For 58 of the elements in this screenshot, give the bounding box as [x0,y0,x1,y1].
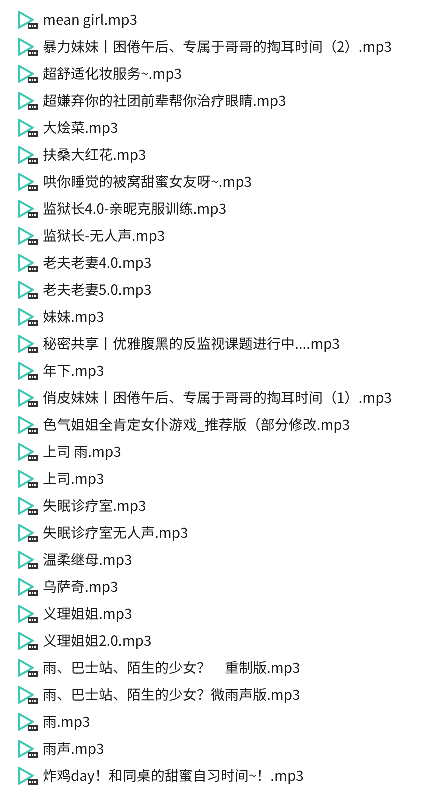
audio-file-icon [17,522,39,542]
file-name[interactable]: 雨声.mp3 [43,738,104,758]
audio-file-icon [17,144,39,164]
file-name[interactable]: 义理姐姐2.0.mp3 [43,630,152,650]
file-name[interactable]: 俏皮妹妹丨困倦午后、专属于哥哥的掏耳时间（1）.mp3 [43,388,392,408]
audio-file-icon [17,414,39,434]
audio-file-icon [17,90,39,110]
file-name[interactable]: 失眠诊疗室无人声.mp3 [43,522,188,542]
file-name[interactable]: 大烩菜.mp3 [43,118,118,138]
audio-file-icon [17,658,39,678]
audio-file-icon [17,684,39,704]
file-name[interactable]: 老夫老妻5.0.mp3 [43,280,152,300]
file-name[interactable]: 雨、巴士站、陌生的少女？微雨声版.mp3 [43,684,300,704]
file-name[interactable]: 哄你睡觉的被窝甜蜜女友呀~.mp3 [43,172,252,192]
file-name[interactable]: 暴力妹妹丨困倦午后、专属于哥哥的掏耳时间（2）.mp3 [43,36,392,56]
audio-file-icon [17,576,39,596]
file-name[interactable]: 雨、巴士站、陌生的少女？ 重制版.mp3 [43,658,300,678]
audio-file-icon [17,766,39,786]
file-name[interactable]: 雨.mp3 [43,712,90,732]
audio-file-icon [17,442,39,462]
audio-file-icon [17,118,39,138]
audio-file-icon [17,334,39,354]
file-name[interactable]: 监狱长4.0-亲昵克服训练.mp3 [43,198,227,218]
file-name[interactable]: 失眠诊疗室.mp3 [43,496,146,516]
file-name[interactable]: 超嫌弃你的社团前辈帮你治疗眼睛.mp3 [43,90,286,110]
file-name[interactable]: 上司 雨.mp3 [43,442,122,462]
audio-file-icon [17,738,39,758]
audio-file-icon [17,604,39,624]
file-name[interactable]: 妹妹.mp3 [43,306,104,326]
file-name[interactable]: 上司.mp3 [43,468,104,488]
file-name[interactable]: 温柔继母.mp3 [43,550,132,570]
audio-file-icon [17,64,39,84]
audio-file-icon [17,172,39,192]
audio-file-icon [17,280,39,300]
audio-file-icon [17,388,39,408]
audio-file-icon [17,496,39,516]
audio-file-icon [17,198,39,218]
file-name[interactable]: 扶桑大红花.mp3 [43,144,146,164]
file-name[interactable]: 秘密共享丨优雅腹黑的反监视课题进行中....mp3 [43,334,340,354]
audio-file-icon [17,712,39,732]
file-name[interactable]: 监狱长-无人声.mp3 [43,226,166,246]
audio-file-icon [17,550,39,570]
file-name[interactable]: 炸鸡day！和同桌的甜蜜自习时间~！.mp3 [43,766,304,786]
audio-file-icon [17,360,39,380]
audio-file-icon [17,306,39,326]
audio-file-icon [17,630,39,650]
file-name[interactable]: 年下.mp3 [43,360,104,380]
file-name[interactable]: mean girl.mp3 [43,10,138,30]
file-name[interactable]: 色气姐姐全肯定女仆游戏_推荐版（部分修改.mp3 [43,414,350,434]
file-name[interactable]: 老夫老妻4.0.mp3 [43,252,152,272]
file-name[interactable]: 乌萨奇.mp3 [43,576,118,596]
audio-file-icon [17,36,39,56]
audio-file-icon [17,10,39,30]
file-name[interactable]: 超舒适化妆服务~.mp3 [43,64,182,84]
audio-file-icon [17,252,39,272]
audio-file-icon [17,468,39,488]
file-name[interactable]: 义理姐姐.mp3 [43,604,132,624]
audio-file-icon [17,226,39,246]
